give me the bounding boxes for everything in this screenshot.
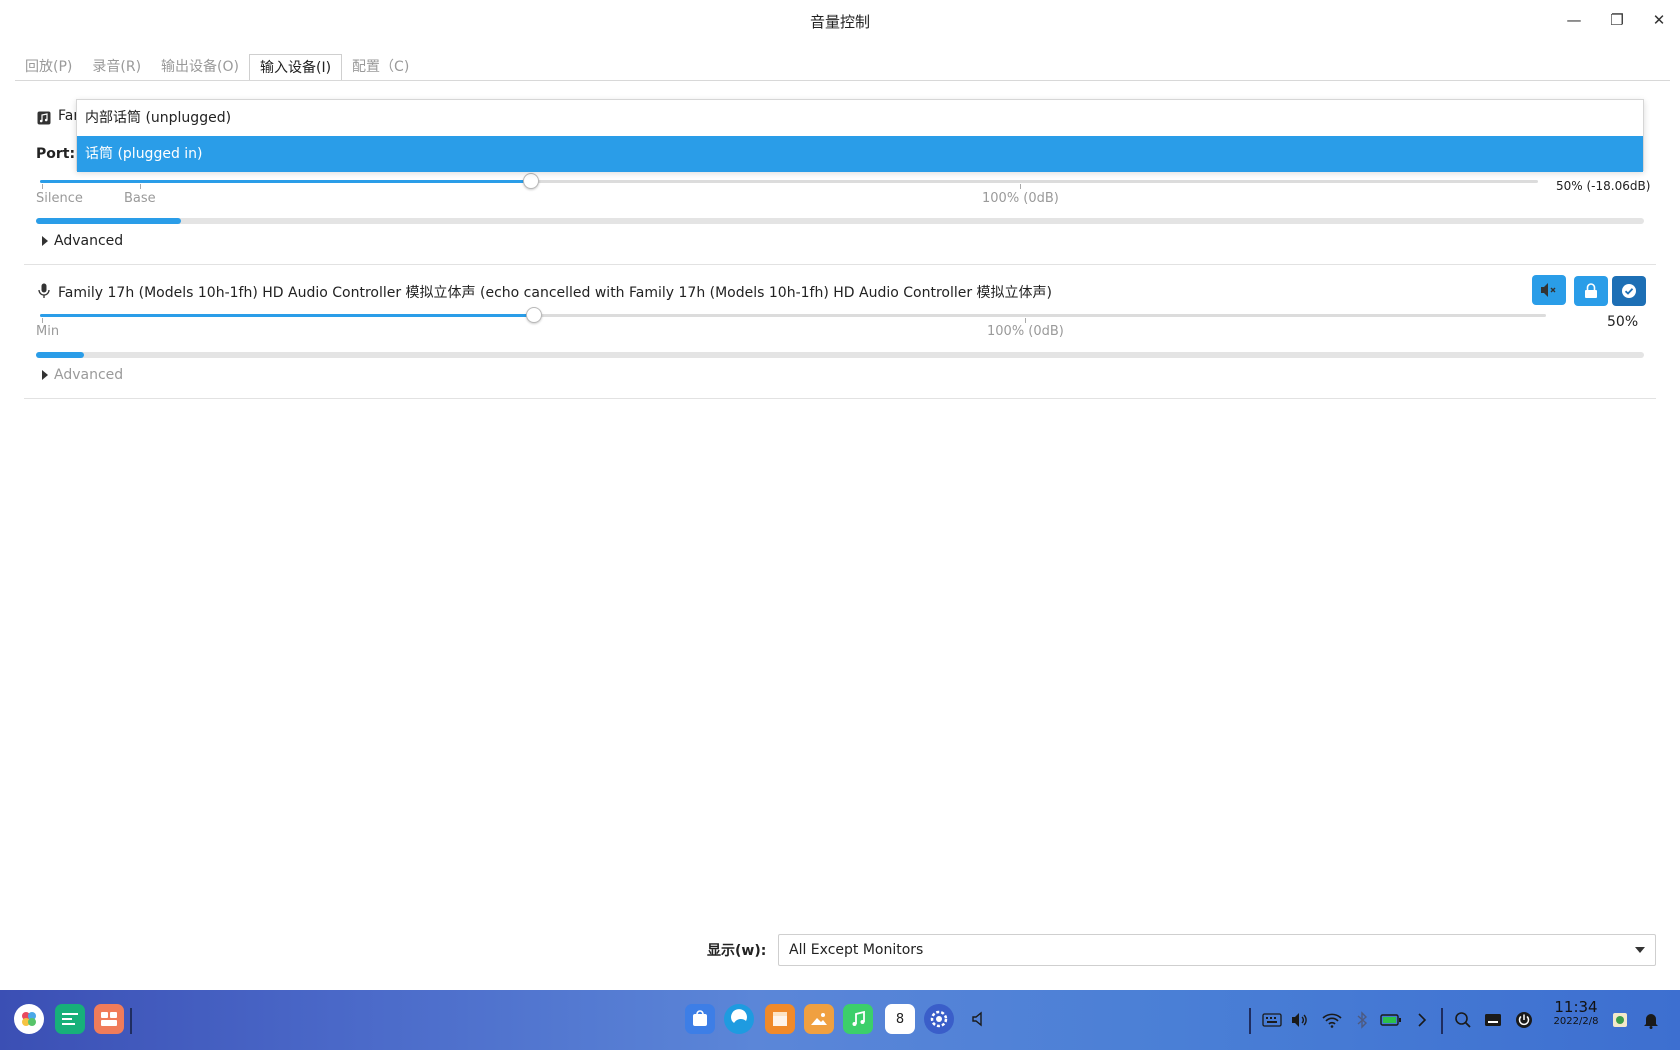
chevron-down-icon (1635, 947, 1645, 953)
show-filter-select[interactable]: All Except Monitors (778, 934, 1656, 966)
tab-divider (15, 80, 1670, 81)
tick-label-full: 100% (0dB) (982, 191, 1059, 206)
clock-time: 11:34 (1554, 998, 1598, 1016)
sound-control-app-icon[interactable] (964, 1004, 994, 1034)
taskbar-divider (1249, 1008, 1251, 1034)
settings-gear-icon[interactable] (924, 1004, 954, 1034)
taskbar-divider (1441, 1008, 1443, 1034)
device1-volume-fill (40, 180, 531, 183)
launcher-icon[interactable] (14, 1004, 44, 1034)
package-manager-icon[interactable] (765, 1004, 795, 1034)
section-separator (24, 264, 1656, 265)
device1-level-fill (36, 218, 181, 224)
tab-bar: 回放(P) 录音(R) 输出设备(O) 输入设备(I) 配置（C) (15, 54, 419, 81)
window-title: 音量控制 (809, 13, 870, 31)
port-option-internal-mic[interactable]: 内部话筒 (unplugged) (77, 100, 1643, 136)
volume-icon[interactable] (1290, 1009, 1312, 1031)
bluetooth-icon[interactable] (1351, 1009, 1373, 1031)
device1-volume-slider[interactable] (40, 180, 1538, 183)
lock-icon (1585, 283, 1597, 298)
set-default-button[interactable] (1612, 276, 1646, 306)
tab-output-devices[interactable]: 输出设备(O) (151, 54, 249, 81)
terminal-app-icon[interactable] (55, 1004, 85, 1034)
chevron-right-icon[interactable] (1411, 1009, 1433, 1031)
taskbar: 8 11:34 2022/2/8 (0, 990, 1680, 1050)
port-option-mic[interactable]: 话筒 (plugged in) (77, 136, 1643, 172)
device2-volume-fill (40, 314, 534, 317)
device2-title: Family 17h (Models 10h-1fh) HD Audio Con… (58, 285, 1053, 301)
device2-level-fill (36, 352, 84, 358)
device2-level-meter (36, 352, 1644, 358)
section-separator (24, 398, 1656, 399)
device2-volume-slider[interactable] (40, 314, 1546, 317)
wifi-icon[interactable] (1321, 1009, 1343, 1031)
tab-recording[interactable]: 录音(R) (82, 54, 151, 81)
tab-configuration[interactable]: 配置（C) (342, 54, 419, 81)
device1-advanced-toggle[interactable]: Advanced (42, 233, 123, 249)
tick-label-full-2: 100% (0dB) (987, 324, 1064, 339)
notification-bell-icon[interactable] (1640, 1009, 1662, 1031)
tick-min (42, 318, 43, 323)
minimize-button[interactable]: — (1560, 9, 1588, 31)
speaker-mute-icon (1541, 283, 1556, 297)
clock[interactable]: 11:34 2022/2/8 (1546, 998, 1606, 1027)
calendar-icon[interactable]: 8 (885, 1004, 915, 1034)
taskbar-divider (130, 1008, 132, 1034)
check-circle-icon (1622, 284, 1636, 298)
multitask-app-icon[interactable] (94, 1004, 124, 1034)
browser-icon[interactable] (724, 1004, 754, 1034)
microphone-icon (37, 283, 51, 298)
device2-volume-value: 50% (1607, 314, 1639, 330)
close-button[interactable]: ✕ (1645, 9, 1673, 31)
device1-level-meter (36, 218, 1644, 224)
tick-full-2 (1025, 318, 1026, 323)
security-shield-icon[interactable] (1609, 1009, 1631, 1031)
mute-button[interactable] (1532, 275, 1566, 305)
tick-label-silence: Silence (36, 191, 83, 206)
device2-advanced-toggle[interactable]: Advanced (42, 367, 123, 383)
tab-input-devices[interactable]: 输入设备(I) (248, 54, 343, 81)
tick-label-min: Min (36, 324, 60, 339)
battery-icon[interactable] (1380, 1009, 1402, 1031)
expand-triangle-icon (42, 236, 48, 246)
port-label: Port: (36, 146, 76, 162)
music-player-icon[interactable] (843, 1004, 873, 1034)
advanced-label: Advanced (54, 367, 124, 383)
device2-volume-knob[interactable] (526, 307, 542, 323)
device1-volume-knob[interactable] (523, 173, 539, 189)
onscreen-keyboard-icon[interactable] (1482, 1009, 1504, 1031)
sound-card-icon (37, 111, 51, 125)
keyboard-icon[interactable] (1261, 1009, 1283, 1031)
title-bar: 音量控制 — ❐ ✕ (0, 0, 1680, 42)
advanced-label: Advanced (54, 233, 124, 249)
power-icon[interactable] (1513, 1009, 1535, 1031)
maximize-button[interactable]: ❐ (1603, 9, 1631, 31)
tab-playback[interactable]: 回放(P) (15, 54, 82, 81)
tick-label-base: Base (124, 191, 156, 206)
app-store-icon[interactable] (685, 1004, 715, 1034)
clock-date: 2022/2/8 (1553, 1016, 1599, 1027)
show-filter-value: All Except Monitors (789, 942, 924, 958)
tick-base (140, 184, 141, 189)
tick-silence (42, 184, 43, 189)
tick-full (1020, 184, 1021, 189)
show-label: 显示(w): (707, 943, 767, 959)
device1-volume-value: 50% (-18.06dB) (1556, 179, 1651, 193)
image-viewer-icon[interactable] (804, 1004, 834, 1034)
lock-channels-button[interactable] (1574, 276, 1608, 306)
port-dropdown-popup: 内部话筒 (unplugged) 话筒 (plugged in) (76, 99, 1644, 172)
search-icon[interactable] (1452, 1009, 1474, 1031)
expand-triangle-icon (42, 370, 48, 380)
